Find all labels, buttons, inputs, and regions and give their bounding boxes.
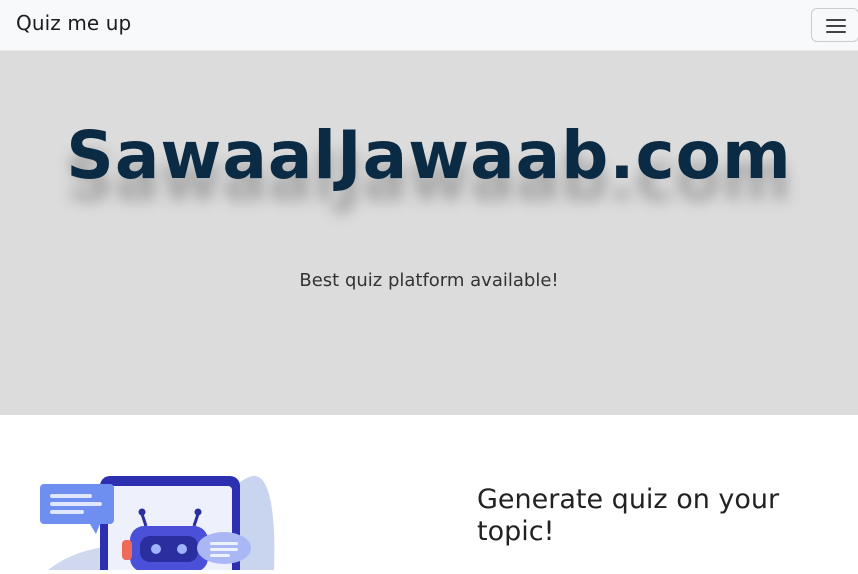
hero-section: SawaalJawaab.com Best quiz platform avai… bbox=[0, 51, 858, 415]
navbar: Quiz me up bbox=[0, 0, 858, 51]
hero-title: SawaalJawaab.com bbox=[66, 117, 792, 194]
feature-heading: Generate quiz on your topic! bbox=[477, 484, 780, 547]
hero-subtitle: Best quiz platform available! bbox=[299, 270, 559, 291]
navbar-toggler-button[interactable] bbox=[811, 8, 858, 42]
chatbot-illustration bbox=[38, 474, 278, 574]
navbar-brand[interactable]: Quiz me up bbox=[16, 11, 131, 35]
